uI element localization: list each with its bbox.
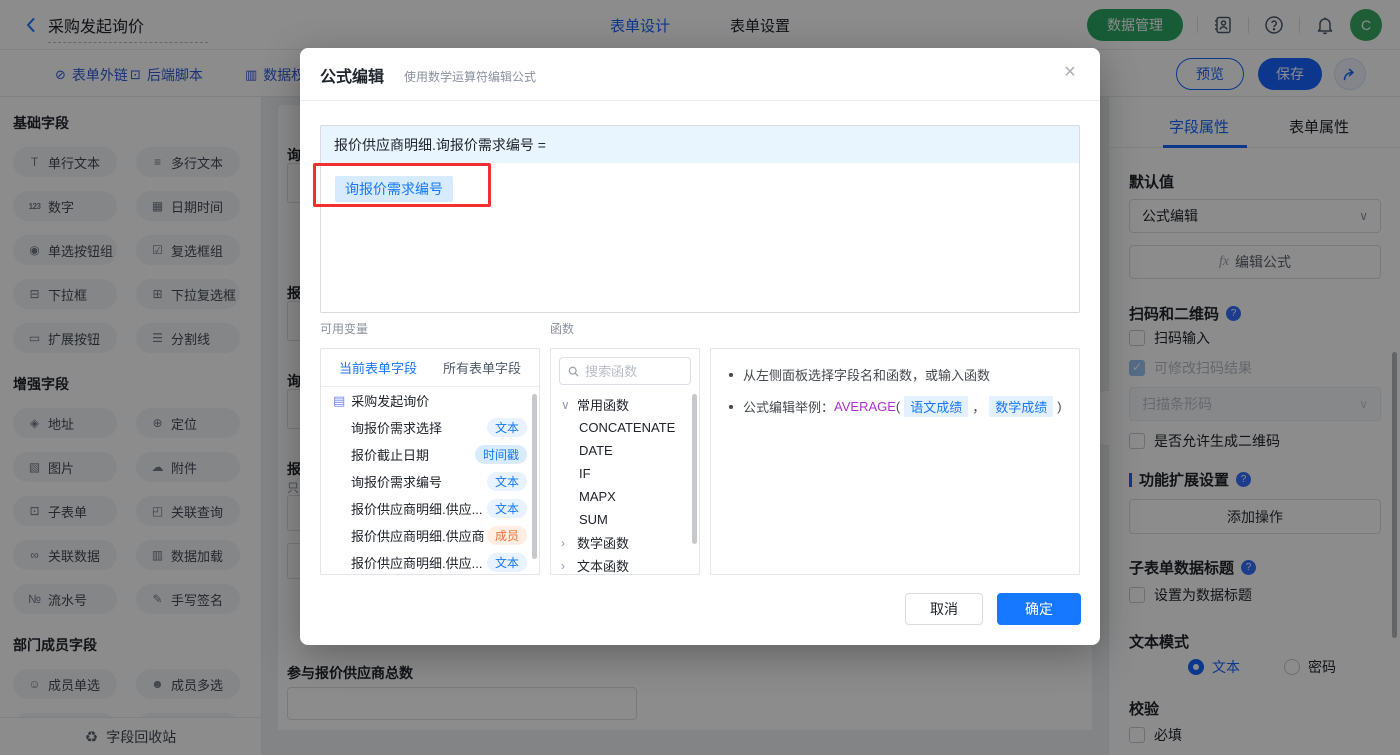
tab-all-form-fields[interactable]: 所有表单字段	[443, 358, 521, 377]
variable-name: 报价供应商明细.供应...	[351, 502, 483, 517]
formula-target-bar: 报价供应商明细.询报价需求编号 =	[321, 126, 1079, 163]
hints-panel: 从左侧面板选择字段名和函数，或输入函数 公式编辑举例： AVERAGE ( 语文…	[710, 348, 1080, 575]
scrollbar-thumb[interactable]	[532, 394, 537, 559]
hint-field-chip: 数学成绩	[989, 396, 1054, 417]
comma: ，	[972, 400, 986, 415]
confirm-button[interactable]: 确定	[997, 593, 1081, 625]
form-doc-icon: ▤	[333, 392, 346, 408]
function-item[interactable]: IF	[551, 462, 699, 485]
formula-editor-area[interactable]: 询报价需求编号	[321, 163, 1079, 312]
hint-example-prefix: 公式编辑举例：	[743, 400, 835, 415]
function-group-text[interactable]: › 文本函数	[551, 554, 699, 575]
bullet-icon	[729, 372, 733, 377]
variables-label: 可用变量	[320, 322, 369, 336]
hint-function-name: AVERAGE	[834, 399, 896, 414]
variables-tabs: 当前表单字段 所有表单字段	[321, 349, 539, 387]
variables-tree-root[interactable]: ▤ 采购发起询价	[321, 387, 539, 414]
function-group-label: 数学函数	[577, 536, 630, 551]
functions-label: 函数	[550, 322, 575, 336]
function-search[interactable]	[559, 357, 691, 385]
formula-box: 报价供应商明细.询报价需求编号 = 询报价需求编号	[320, 125, 1080, 313]
variable-type-tag: 文本	[486, 418, 527, 437]
function-search-input[interactable]	[585, 363, 682, 379]
close-icon[interactable]: ×	[1058, 60, 1082, 84]
functions-panel: ∨ 常用函数 CONCATENATE DATE IF MAPX SUM › 数学…	[550, 348, 700, 575]
root-form-name: 采购发起询价	[351, 394, 430, 409]
paren: )	[1057, 399, 1062, 414]
variable-name: 询报价需求编号	[351, 475, 443, 490]
variables-panel: 当前表单字段 所有表单字段 ▤ 采购发起询价 询报价需求选择 文本 报价截止日期…	[320, 348, 540, 575]
function-item[interactable]: MAPX	[551, 485, 699, 508]
hint-line-1: 从左侧面板选择字段名和函数，或输入函数	[729, 365, 1061, 384]
hint-line-2: 公式编辑举例： AVERAGE ( 语文成绩 ， 数学成绩 )	[729, 396, 1062, 417]
variable-field-row[interactable]: 报价截止日期 时间戳	[321, 441, 539, 468]
search-icon	[568, 366, 579, 377]
formula-edit-modal: 公式编辑 使用数学运算符编辑公式 × 报价供应商明细.询报价需求编号 = 询报价…	[300, 48, 1100, 645]
function-item[interactable]: DATE	[551, 439, 699, 462]
variable-type-tag: 时间戳	[474, 445, 527, 464]
variable-field-row[interactable]: 报价供应商明细.供应商 成员	[321, 522, 539, 549]
variable-field-row[interactable]: 报价供应商明细.供应... 文本	[321, 495, 539, 522]
variable-type-tag: 文本	[486, 472, 527, 491]
modal-header-divider	[300, 100, 1100, 101]
variable-field-row[interactable]: 询报价需求编号 文本	[321, 468, 539, 495]
function-item[interactable]: SUM	[551, 508, 699, 531]
scrollbar-thumb[interactable]	[692, 394, 697, 544]
variable-type-tag: 成员	[486, 526, 527, 545]
formula-field-chip[interactable]: 询报价需求编号	[335, 176, 453, 202]
variable-type-tag: 文本	[486, 553, 527, 572]
function-group-label: 常用函数	[577, 398, 630, 413]
function-group-label: 文本函数	[577, 559, 630, 574]
chevron-right-icon: ›	[561, 558, 565, 573]
tab-current-form-fields[interactable]: 当前表单字段	[339, 358, 417, 377]
variable-field-row[interactable]: 报价供应商明细.供应... 文本	[321, 549, 539, 574]
paren: (	[895, 399, 901, 414]
function-item[interactable]: CONCATENATE	[551, 416, 699, 439]
chevron-right-icon: ›	[561, 535, 565, 550]
chevron-down-icon: ∨	[561, 397, 570, 412]
variable-name: 报价截止日期	[351, 448, 430, 463]
variable-type-tag: 文本	[486, 499, 527, 518]
function-group-common[interactable]: ∨ 常用函数	[551, 393, 699, 416]
variable-name: 报价供应商明细.供应...	[351, 556, 483, 571]
modal-subtitle: 使用数学运算符编辑公式	[404, 70, 537, 84]
variable-name: 报价供应商明细.供应商	[351, 529, 485, 544]
modal-title: 公式编辑	[320, 69, 385, 86]
variable-field-row[interactable]: 询报价需求选择 文本	[321, 414, 539, 441]
variable-name: 询报价需求选择	[351, 421, 443, 436]
bullet-icon	[729, 404, 733, 409]
function-group-math[interactable]: › 数学函数	[551, 531, 699, 554]
cancel-button[interactable]: 取消	[905, 593, 983, 625]
hint-field-chip: 语文成绩	[904, 396, 969, 417]
hint-text: 从左侧面板选择字段名和函数，或输入函数	[743, 368, 991, 383]
